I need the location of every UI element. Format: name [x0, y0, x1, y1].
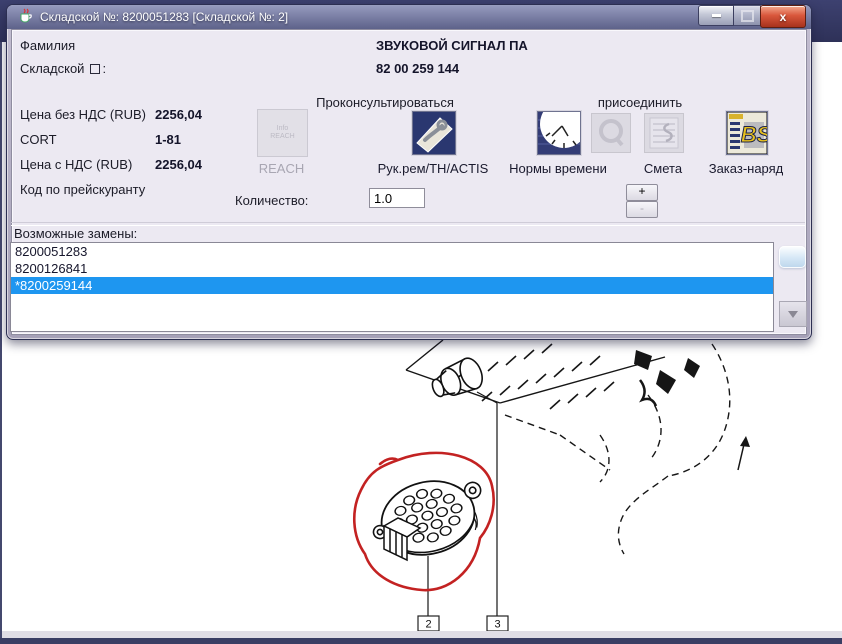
minimize-button[interactable] — [698, 5, 734, 26]
dialog-title: Складской №: 8200051283 [Складской №: 2] — [40, 10, 289, 24]
q-icon — [599, 119, 624, 147]
svg-text:2: 2 — [425, 619, 431, 631]
attach-group-label: присоединить — [597, 95, 683, 110]
reach-button[interactable]: Info REACH — [257, 109, 308, 157]
work-order-button[interactable]: BS — [726, 111, 772, 155]
price-ex-vat-value: 2256,04 — [155, 107, 202, 122]
wrench-icon — [413, 112, 455, 154]
callout-3: 3 — [486, 615, 509, 631]
quantity-minus-button[interactable]: - — [626, 201, 658, 218]
scrollbar-down-button[interactable] — [779, 301, 807, 327]
time-standards-label: Нормы времени — [509, 161, 607, 176]
close-button[interactable]: x — [760, 5, 806, 28]
minimize-icon — [711, 14, 721, 17]
estimate-document-icon — [649, 117, 679, 149]
name-value: ЗВУКОВОЙ СИГНАЛ ПА — [376, 38, 528, 53]
java-icon — [20, 8, 32, 23]
list-item[interactable]: 8200126841 — [11, 260, 773, 277]
maximize-icon — [740, 9, 754, 22]
cort-label: CORT — [20, 132, 57, 147]
work-order-icon: BS — [726, 111, 772, 155]
price-inc-vat-value: 2256,04 — [155, 157, 202, 172]
price-inc-vat-label: Цена с НДС (RUB) — [20, 157, 133, 172]
background-window-bottom-border — [0, 638, 842, 644]
chevron-down-icon — [788, 310, 798, 318]
quantity-plus-button[interactable]: + — [626, 184, 658, 201]
clock-icon — [538, 100, 588, 154]
parts-diagram: 2 3 — [352, 340, 750, 631]
svg-text:BS: BS — [741, 122, 767, 147]
sku-value: 82 00 259 144 — [376, 61, 460, 76]
repair-manual-button[interactable] — [412, 111, 456, 155]
callout-2: 2 — [417, 615, 440, 631]
pricelist-code-label: Код по прейскуранту — [20, 182, 146, 197]
repair-manual-label: Рук.рем/TH/ACTIS — [377, 161, 489, 176]
cort-value: 1-81 — [155, 132, 182, 147]
sku-label: Складской: — [20, 61, 107, 76]
replacements-label: Возможные замены: — [14, 226, 138, 241]
consult-group-label: Проконсультироваться — [316, 95, 454, 110]
quantity-input[interactable] — [369, 188, 425, 208]
estimate-button[interactable] — [644, 113, 684, 153]
list-item[interactable]: 8200051283 — [11, 243, 773, 260]
svg-text:3: 3 — [494, 619, 500, 631]
price-ex-vat-label: Цена без НДС (RUB) — [20, 107, 146, 122]
work-order-label: Заказ-наряд — [708, 161, 784, 176]
square-icon — [90, 64, 101, 74]
reach-icon: Info REACH — [270, 125, 295, 140]
replacements-list: 8200051283 8200126841 *8200259144 — [10, 242, 774, 332]
quantity-label: Количество: — [235, 193, 309, 208]
maximize-button[interactable] — [733, 5, 761, 26]
background-window-statusbar — [2, 631, 842, 638]
time-standards-button[interactable] — [537, 100, 588, 155]
scrollbar-thumb[interactable] — [779, 246, 806, 268]
list-item-selected[interactable]: *8200259144 — [11, 277, 773, 294]
reach-label: REACH — [258, 161, 305, 176]
name-label: Фамилия — [20, 38, 76, 53]
quote-button-disabled[interactable] — [591, 113, 631, 153]
